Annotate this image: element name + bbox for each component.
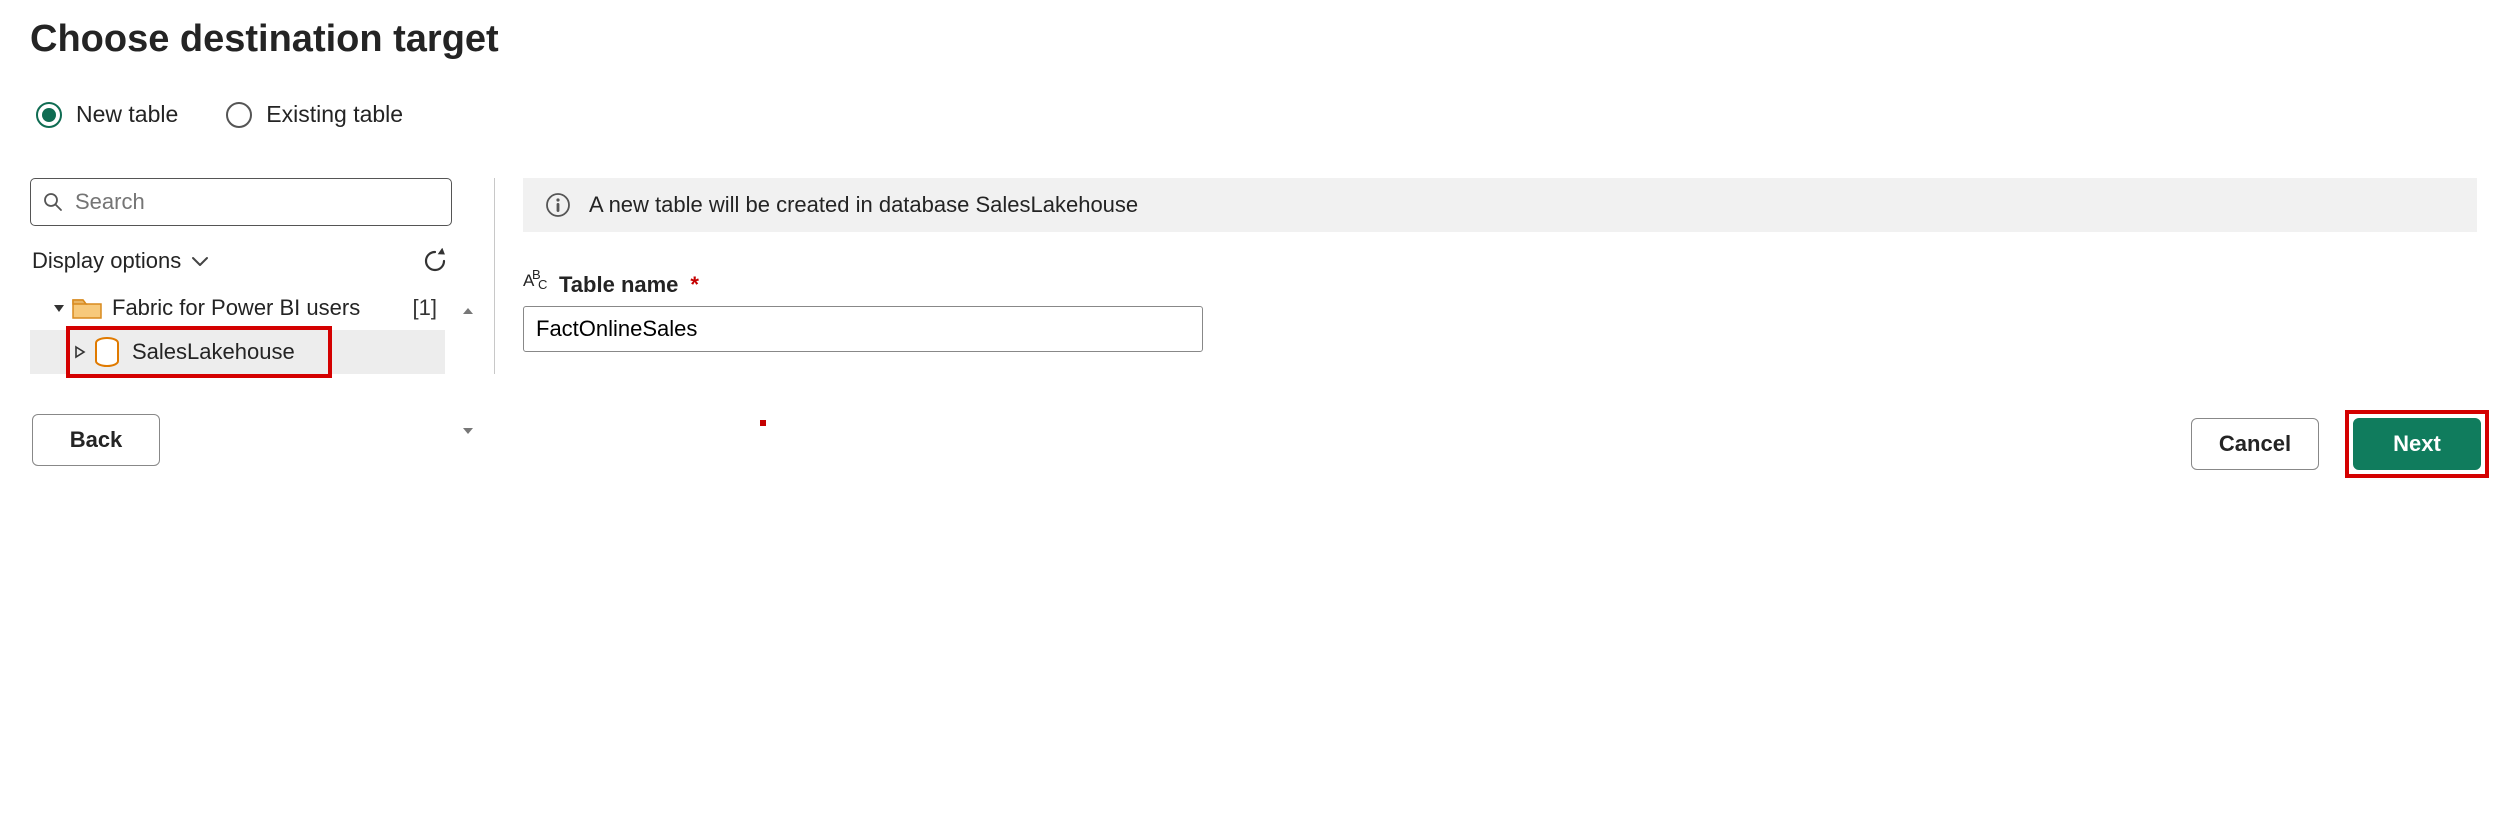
back-button[interactable]: Back [32, 414, 160, 466]
column-divider [494, 178, 495, 374]
display-options-dropdown[interactable]: Display options [32, 248, 209, 274]
next-button[interactable]: Next [2353, 418, 2481, 470]
radio-existing-table[interactable]: Existing table [226, 101, 403, 128]
tree-lakehouse-label: SalesLakehouse [132, 339, 295, 365]
search-box[interactable] [30, 178, 452, 226]
info-message-text: A new table will be created in database … [589, 192, 1138, 218]
refresh-button[interactable] [418, 244, 452, 278]
text-type-icon: A B C [523, 274, 551, 296]
database-icon [94, 337, 120, 367]
tree-workspace-label: Fabric for Power BI users [112, 295, 360, 321]
annotation-dot [760, 420, 766, 426]
table-name-label: A B C Table name * [523, 272, 2477, 298]
info-banner: A new table will be created in database … [523, 178, 2477, 232]
tree-workspace-count: [1] [413, 295, 437, 321]
expanded-caret-icon [52, 301, 66, 315]
table-name-input[interactable] [523, 306, 1203, 352]
radio-new-table-label: New table [76, 101, 178, 128]
radio-selected-icon [36, 102, 62, 128]
search-icon [43, 192, 63, 212]
page-title: Choose destination target [30, 18, 2487, 61]
tree-workspace-row[interactable]: Fabric for Power BI users [1] [30, 286, 445, 330]
scroll-up-icon [461, 306, 475, 316]
chevron-down-icon [191, 255, 209, 267]
info-icon [545, 192, 571, 218]
collapsed-caret-icon [74, 345, 86, 359]
destination-tree: Fabric for Power BI users [1] [30, 286, 445, 374]
folder-icon [72, 296, 102, 320]
cancel-button[interactable]: Cancel [2191, 418, 2319, 470]
radio-new-table[interactable]: New table [36, 101, 178, 128]
refresh-icon [422, 248, 448, 274]
display-options-label: Display options [32, 248, 181, 274]
radio-unselected-icon [226, 102, 252, 128]
tree-scrollbar[interactable] [458, 306, 478, 436]
search-input[interactable] [73, 188, 439, 216]
radio-existing-table-label: Existing table [266, 101, 403, 128]
table-mode-radio-group: New table Existing table [30, 101, 2487, 128]
tree-lakehouse-row[interactable]: SalesLakehouse [30, 330, 445, 374]
required-indicator: * [690, 272, 699, 298]
scroll-down-icon [461, 426, 475, 436]
